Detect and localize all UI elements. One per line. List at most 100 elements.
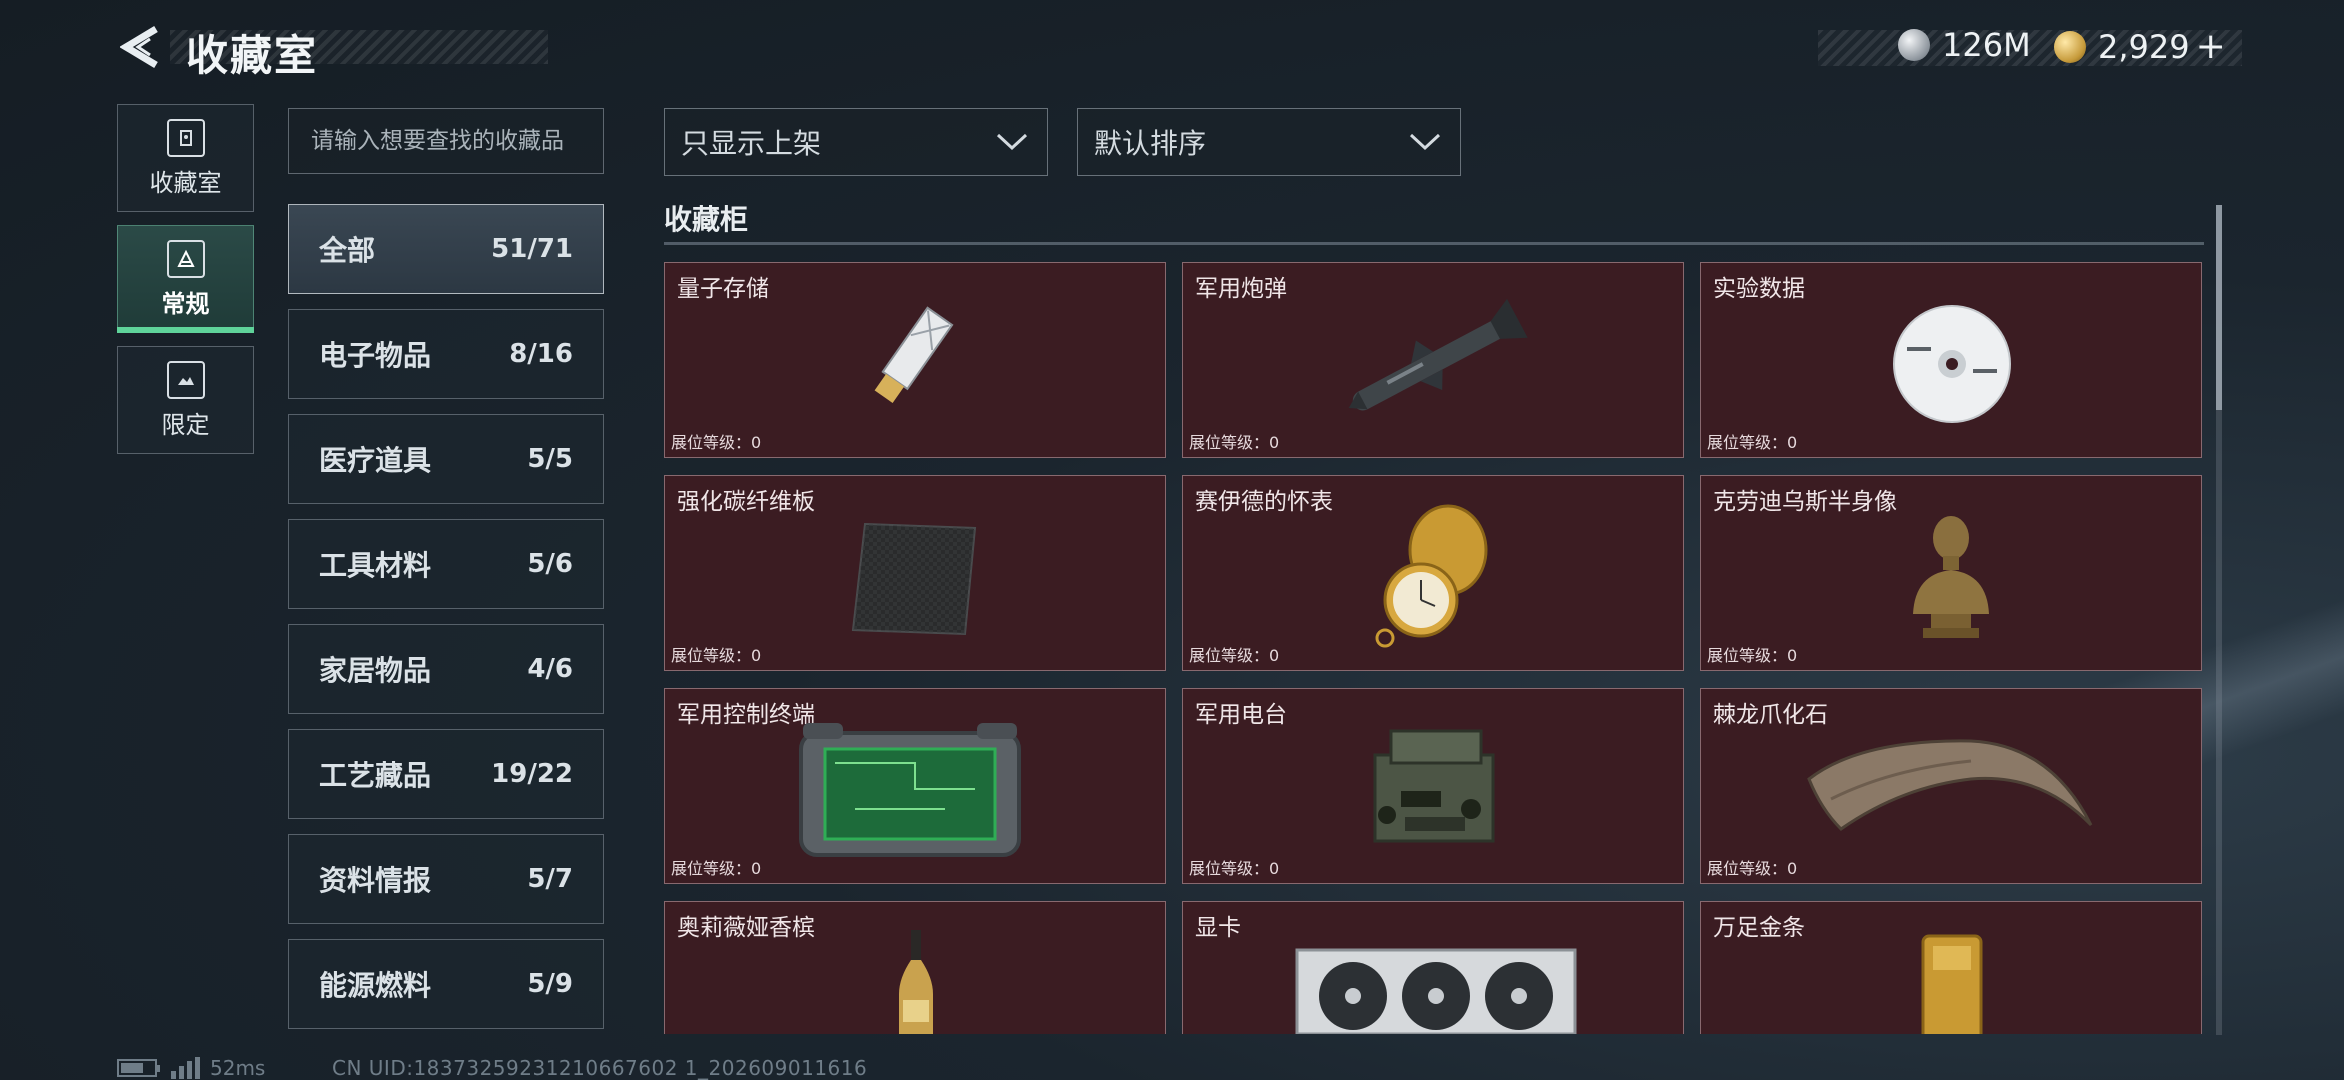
- item-name: 奥莉薇娅香槟: [677, 915, 815, 941]
- category-count: 8/16: [509, 339, 573, 369]
- category-medical[interactable]: 医疗道具 5/5: [288, 414, 604, 504]
- nav-item-collection-room[interactable]: 收藏室: [117, 104, 254, 212]
- collection-card[interactable]: 赛伊德的怀表 展位等级：0: [1182, 475, 1684, 671]
- uid-text: CN UID:18373259231210667602 1_2026090116…: [332, 1056, 868, 1080]
- gold-bar-icon: [1921, 934, 1983, 1034]
- disc-icon: [1893, 305, 2011, 423]
- collection-card[interactable]: 军用炮弹 展位等级：0: [1182, 262, 1684, 458]
- back-arrow-icon: [120, 25, 158, 69]
- nav-item-limited[interactable]: 限定: [117, 346, 254, 454]
- booth-level: 展位等级：0: [671, 646, 762, 665]
- signal-icon: [171, 1057, 200, 1079]
- booth-level: 展位等级：0: [1189, 433, 1280, 452]
- collection-card[interactable]: 棘龙爪化石 展位等级：0: [1700, 688, 2202, 884]
- header: 收藏室 126M 2,929 +: [0, 0, 2344, 100]
- display-filter-dropdown[interactable]: 只显示上架: [664, 108, 1048, 176]
- category-electronics[interactable]: 电子物品 8/16: [288, 309, 604, 399]
- collection-card[interactable]: 显卡: [1182, 901, 1684, 1034]
- regular-icon: [166, 239, 205, 278]
- collection-card[interactable]: 量子存储 展位等级：0: [664, 262, 1166, 458]
- collection-card[interactable]: 军用电台 展位等级：0: [1182, 688, 1684, 884]
- ping-value: 52ms: [210, 1056, 266, 1080]
- booth-level: 展位等级：0: [1707, 859, 1798, 878]
- item-name: 量子存储: [677, 276, 769, 302]
- silver-currency: 126M: [1898, 26, 2031, 64]
- category-label: 能源燃料: [319, 969, 432, 1002]
- claw-fossil-icon: [1807, 739, 2093, 831]
- status-bar: 52ms: [117, 1056, 265, 1080]
- category-count: 5/9: [527, 969, 573, 999]
- category-label: 工具材料: [319, 549, 432, 582]
- collection-card[interactable]: 万足金条: [1700, 901, 2202, 1034]
- category-label: 工艺藏品: [319, 759, 432, 792]
- collection-room-icon: [166, 118, 205, 157]
- collection-card[interactable]: 军用控制终端 展位等级：0: [664, 688, 1166, 884]
- chevron-down-icon: [996, 133, 1028, 151]
- category-label: 医疗道具: [319, 444, 432, 477]
- item-name: 赛伊德的怀表: [1195, 489, 1333, 515]
- category-intel[interactable]: 资料情报 5/7: [288, 834, 604, 924]
- booth-level: 展位等级：0: [671, 859, 762, 878]
- silver-coin-icon: [1898, 29, 1930, 61]
- page-title: 收藏室: [186, 31, 319, 80]
- gold-coin-icon: [2054, 30, 2086, 63]
- category-all[interactable]: 全部 51/71: [288, 204, 604, 294]
- item-name: 显卡: [1195, 915, 1241, 941]
- collection-grid: 量子存储 展位等级：0 军用炮弹 展位等级：0 实验数据 展位等级：0 强化碳纤…: [662, 262, 2202, 1034]
- nav-label: 常规: [161, 289, 210, 318]
- search-input[interactable]: 请输入想要查找的收藏品: [288, 108, 604, 174]
- category-count: 5/6: [527, 549, 573, 579]
- sort-dropdown[interactable]: 默认排序: [1077, 108, 1461, 176]
- item-name: 棘龙爪化石: [1713, 702, 1828, 728]
- item-name: 实验数据: [1713, 276, 1805, 302]
- nav-label: 收藏室: [149, 168, 222, 197]
- category-label: 电子物品: [319, 339, 432, 372]
- scroll-thumb[interactable]: [2216, 205, 2222, 410]
- category-count: 4/6: [527, 654, 573, 684]
- category-count: 5/7: [527, 864, 573, 894]
- item-name: 强化碳纤维板: [677, 489, 815, 515]
- category-tools[interactable]: 工具材料 5/6: [288, 519, 604, 609]
- carbon-plate-icon: [851, 522, 977, 636]
- battery-icon: [117, 1059, 160, 1077]
- back-button[interactable]: [115, 22, 165, 72]
- collection-card[interactable]: 实验数据 展位等级：0: [1700, 262, 2202, 458]
- item-name: 军用炮弹: [1195, 276, 1287, 302]
- category-count: 51/71: [491, 234, 573, 264]
- collection-card[interactable]: 强化碳纤维板 展位等级：0: [664, 475, 1166, 671]
- booth-level: 展位等级：0: [1189, 646, 1280, 665]
- missile-icon: [1348, 298, 1528, 411]
- graphics-card-icon: [1295, 948, 1577, 1034]
- gold-currency: 2,929 +: [2054, 26, 2226, 67]
- item-name: 军用电台: [1195, 702, 1287, 728]
- collection-card[interactable]: 克劳迪乌斯半身像 展位等级：0: [1700, 475, 2202, 671]
- category-label: 资料情报: [319, 864, 432, 897]
- category-energy[interactable]: 能源燃料 5/9: [288, 939, 604, 1029]
- usb-drive-icon: [874, 306, 954, 403]
- booth-level: 展位等级：0: [1707, 646, 1798, 665]
- category-household[interactable]: 家居物品 4/6: [288, 624, 604, 714]
- booth-level: 展位等级：0: [671, 433, 762, 452]
- bust-icon: [1913, 516, 1989, 638]
- limited-icon: [166, 360, 205, 399]
- section-title: 收藏柜: [664, 203, 749, 236]
- display-filter-value: 只显示上架: [681, 127, 822, 160]
- gold-amount: 2,929: [2098, 27, 2190, 66]
- add-currency-button[interactable]: +: [2196, 26, 2226, 67]
- terminal-icon: [799, 723, 1021, 857]
- category-count: 5/5: [527, 444, 573, 474]
- grid-scrollbar[interactable]: [2216, 205, 2222, 1035]
- item-name: 克劳迪乌斯半身像: [1713, 489, 1897, 515]
- collection-card[interactable]: 奥莉薇娅香槟: [664, 901, 1166, 1034]
- item-name: 万足金条: [1713, 915, 1805, 941]
- radio-icon: [1373, 729, 1495, 843]
- pocket-watch-icon: [1375, 504, 1488, 648]
- category-crafts[interactable]: 工艺藏品 19/22: [288, 729, 604, 819]
- category-label: 全部: [319, 234, 376, 267]
- category-count: 19/22: [491, 759, 573, 789]
- nav-label: 限定: [161, 410, 210, 439]
- nav-item-regular[interactable]: 常规: [117, 225, 254, 333]
- booth-level: 展位等级：0: [1189, 859, 1280, 878]
- champagne-icon: [899, 930, 933, 1034]
- booth-level: 展位等级：0: [1707, 433, 1798, 452]
